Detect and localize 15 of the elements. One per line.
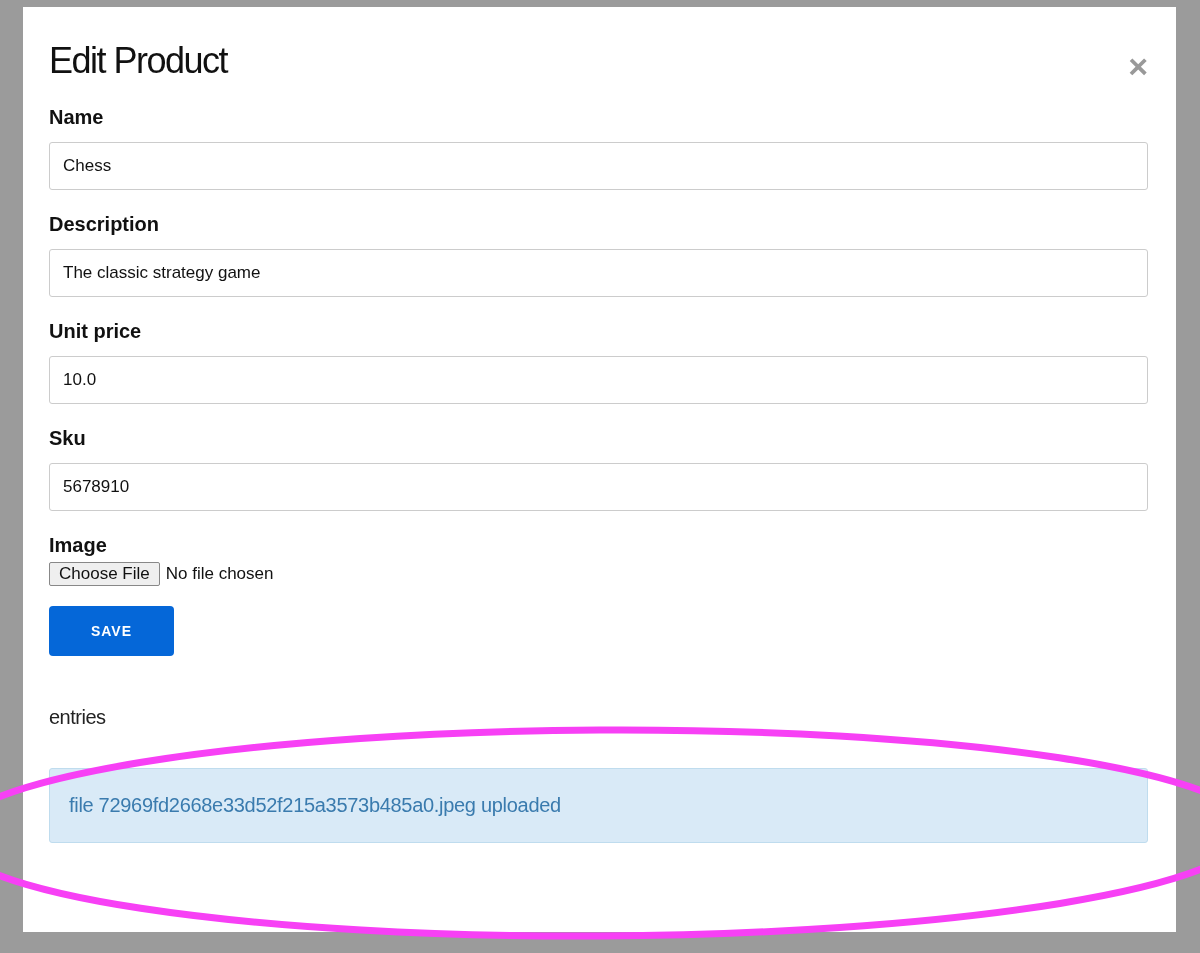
input-field[interactable]: The classic strategy game	[49, 249, 1148, 297]
field-label: Unit price	[49, 319, 143, 343]
input-field[interactable]: 10.0	[49, 356, 1148, 404]
save-button[interactable]: SAVE	[49, 606, 174, 656]
modal-title: Edit Product	[49, 39, 228, 83]
entries-heading: entries	[49, 706, 107, 729]
field-label: Image	[49, 533, 108, 557]
file-status: No file chosen	[165, 564, 274, 584]
field-label: Sku	[49, 426, 87, 450]
input-field[interactable]: 5678910	[49, 463, 1148, 511]
input-field[interactable]: Chess	[49, 142, 1148, 190]
field-label: Name	[49, 105, 105, 129]
field-label: Description	[49, 212, 161, 236]
choose-file-button[interactable]: Choose File	[49, 562, 160, 586]
upload-alert: file 72969fd2668e33d52f215a3573b485a0.jpeg uploaded	[49, 768, 1148, 843]
